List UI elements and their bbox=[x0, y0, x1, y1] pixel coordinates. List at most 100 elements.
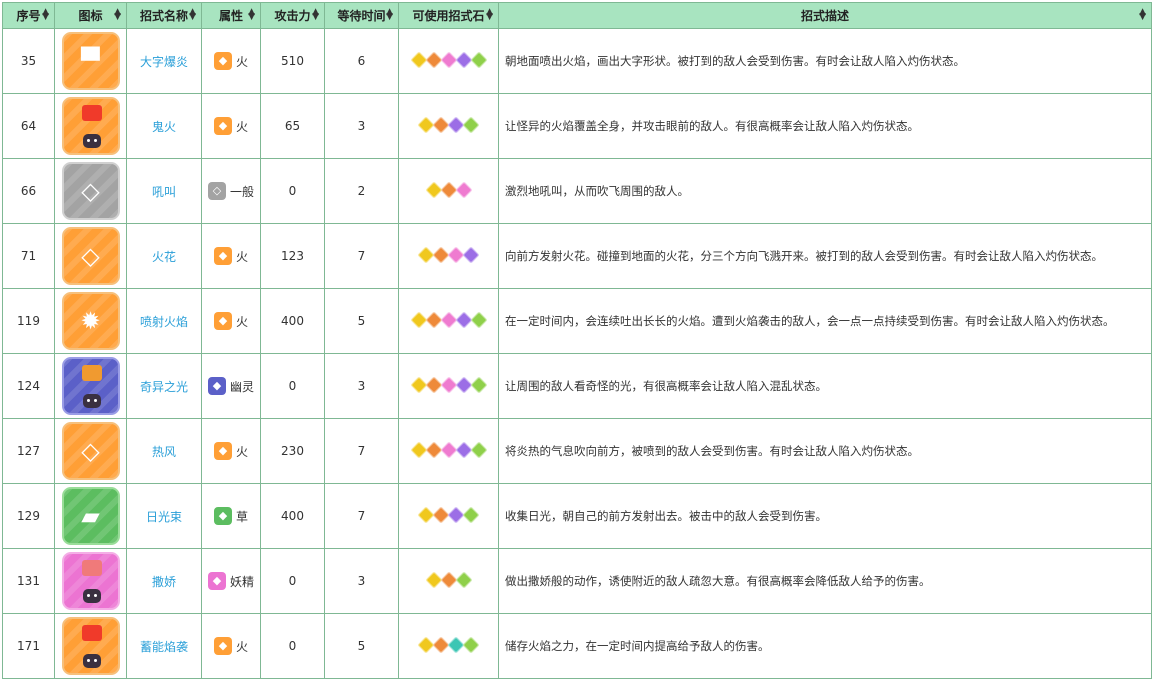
move-stones-cell bbox=[398, 548, 499, 614]
fire-type-icon: ◆ bbox=[213, 117, 232, 135]
desc-column-header[interactable]: 招式描述 ▲ ▼ bbox=[498, 2, 1152, 29]
move-stones-cell bbox=[398, 613, 499, 679]
move-icon-cell bbox=[54, 548, 127, 614]
move-id: 119 bbox=[2, 288, 55, 354]
orange-move-stone-icon bbox=[425, 441, 442, 458]
sort-arrows-icon[interactable]: ▲ ▼ bbox=[1139, 8, 1146, 22]
sort-arrows-icon[interactable]: ▲ ▼ bbox=[189, 8, 196, 22]
move-stones-cell bbox=[398, 93, 499, 159]
move-name-link[interactable]: 鬼火 bbox=[126, 93, 202, 159]
will-o-wisp-icon bbox=[61, 97, 120, 155]
table-row: 124 奇异之光 ◆ 幽灵 0 3 让周围的敌人看奇怪的光，有很高概率会让敌人陷入混乱状态。 bbox=[2, 353, 1152, 419]
move-name-link[interactable]: 火花 bbox=[126, 223, 202, 289]
column-label: 序号 bbox=[16, 9, 41, 23]
type-label: 妖精 bbox=[229, 574, 254, 589]
attack-value: 230 bbox=[260, 418, 325, 484]
name-column-header[interactable]: 招式名称 ▲ ▼ bbox=[126, 2, 202, 29]
move-icon-cell bbox=[54, 93, 127, 159]
move-description: 收集日光，朝自己的前方发射出去。被击中的敌人会受到伤害。 bbox=[498, 483, 1152, 549]
orange-move-stone-icon bbox=[425, 311, 442, 328]
move-icon-cell: ◇ bbox=[54, 223, 127, 289]
green-move-stone-icon bbox=[462, 636, 480, 653]
fairy-type-icon: ◆ bbox=[207, 572, 226, 590]
pink-move-stone-icon bbox=[440, 51, 457, 68]
table-row: 131 撒娇 ◆ 妖精 0 3 做出撒娇般的动作，诱使附近的敌人疏忽大意。有很高概率会降低敌… bbox=[2, 548, 1152, 614]
move-description: 储存火焰之力，在一定时间内提高给予敌人的伤害。 bbox=[498, 613, 1152, 679]
yellow-move-stone-icon bbox=[425, 571, 442, 588]
id-column-header[interactable]: 序号 ▲ ▼ bbox=[2, 2, 55, 29]
move-name-link[interactable]: 喷射火焰 bbox=[126, 288, 202, 354]
move-description: 在一定时间内，会连续吐出长长的火焰。遭到火焰袭击的敌人，会一点一点持续受到伤害。… bbox=[498, 288, 1152, 354]
move-stones-cell bbox=[398, 483, 499, 549]
fire-type-icon: ◆ bbox=[213, 637, 232, 655]
move-stones-cell bbox=[398, 418, 499, 484]
move-id: 66 bbox=[2, 158, 55, 224]
attack-value: 0 bbox=[260, 158, 325, 224]
attack-value: 0 bbox=[260, 548, 325, 614]
column-label: 招式描述 bbox=[800, 9, 849, 23]
sort-arrows-icon[interactable]: ▲ ▼ bbox=[248, 8, 255, 22]
move-stones-cell bbox=[398, 223, 499, 289]
flame-charge-icon bbox=[61, 617, 120, 675]
column-label: 招式名称 bbox=[139, 9, 188, 23]
attack-value: 400 bbox=[260, 483, 325, 549]
ember-icon: ◇ bbox=[61, 227, 120, 285]
green-move-stone-icon bbox=[470, 441, 487, 458]
move-icon-cell: ▀ bbox=[54, 28, 127, 94]
move-type-cell: ◇ 一般 bbox=[201, 158, 261, 224]
move-icon-cell: ◇ bbox=[54, 418, 127, 484]
move-type-cell: ◆ 幽灵 bbox=[201, 353, 261, 419]
wait-time-value: 7 bbox=[324, 223, 399, 289]
move-icon-cell bbox=[54, 613, 127, 679]
ghost-type-icon: ◆ bbox=[207, 377, 226, 395]
attack-column-header[interactable]: 攻击力 ▲ ▼ bbox=[260, 2, 325, 29]
type-label: 火 bbox=[235, 249, 248, 264]
yellow-move-stone-icon bbox=[425, 181, 442, 198]
flamethrower-icon: ✹ bbox=[61, 292, 120, 350]
move-description: 将炎热的气息吹向前方，被喷到的敌人会受到伤害。有时会让敌人陷入灼伤状态。 bbox=[498, 418, 1152, 484]
pink-move-stone-icon bbox=[440, 441, 457, 458]
move-name-link[interactable]: 日光束 bbox=[126, 483, 202, 549]
column-label: 攻击力 bbox=[274, 9, 311, 23]
icon-column-header[interactable]: 图标 ▲ ▼ bbox=[54, 2, 127, 29]
type-label: 一般 bbox=[229, 184, 254, 199]
wait-column-header[interactable]: 等待时间 ▲ ▼ bbox=[324, 2, 399, 29]
wait-time-value: 3 bbox=[324, 353, 399, 419]
sort-arrows-icon[interactable]: ▲ ▼ bbox=[486, 8, 493, 22]
move-name-link[interactable]: 吼叫 bbox=[126, 158, 202, 224]
wait-time-value: 5 bbox=[324, 613, 399, 679]
pink-move-stone-icon bbox=[455, 181, 472, 198]
type-column-header[interactable]: 属性 ▲ ▼ bbox=[201, 2, 261, 29]
table-row: 35 ▀ 大字爆炎 ◆ 火 510 6 朝地面喷出火焰，画出大字形状。被打到的敌人会受到伤害。… bbox=[2, 28, 1152, 94]
move-name-link[interactable]: 奇异之光 bbox=[126, 353, 202, 419]
purple-move-stone-icon bbox=[455, 51, 472, 68]
attack-value: 510 bbox=[260, 28, 325, 94]
sort-arrows-icon[interactable]: ▲ ▼ bbox=[312, 8, 319, 22]
sort-arrows-icon[interactable]: ▲ ▼ bbox=[386, 8, 393, 22]
move-stones-cell bbox=[398, 158, 499, 224]
table-body: 35 ▀ 大字爆炎 ◆ 火 510 6 朝地面喷出火焰，画出大字形状。被打到的敌人会受到伤害。… bbox=[2, 28, 1152, 679]
stones-column-header[interactable]: 可使用招式石 ▲ ▼ bbox=[398, 2, 499, 29]
move-icon-cell: ▰ bbox=[54, 483, 127, 549]
yellow-move-stone-icon bbox=[410, 441, 427, 458]
green-move-stone-icon bbox=[470, 311, 487, 328]
green-move-stone-icon bbox=[470, 51, 487, 68]
charm-icon bbox=[61, 552, 120, 610]
sort-arrows-icon[interactable]: ▲ ▼ bbox=[114, 8, 121, 22]
move-name-link[interactable]: 蓄能焰袭 bbox=[126, 613, 202, 679]
move-icon-cell: ✹ bbox=[54, 288, 127, 354]
sort-arrows-icon[interactable]: ▲ ▼ bbox=[42, 8, 49, 22]
move-id: 71 bbox=[2, 223, 55, 289]
fire-banner-icon: ▀ bbox=[61, 32, 120, 90]
orange-move-stone-icon bbox=[440, 571, 457, 588]
move-stones-cell bbox=[398, 353, 499, 419]
move-name-link[interactable]: 热风 bbox=[126, 418, 202, 484]
move-name-link[interactable]: 撒娇 bbox=[126, 548, 202, 614]
purple-move-stone-icon bbox=[455, 376, 472, 393]
attack-value: 0 bbox=[260, 613, 325, 679]
table-row: 71 ◇ 火花 ◆ 火 123 7 向前方发射火花。碰撞到地面的火花，分三个方向飞溅开来。被打… bbox=[2, 223, 1152, 289]
move-description: 向前方发射火花。碰撞到地面的火花，分三个方向飞溅开来。被打到的敌人会受到伤害。有… bbox=[498, 223, 1152, 289]
move-id: 171 bbox=[2, 613, 55, 679]
type-label: 火 bbox=[235, 639, 248, 654]
move-name-link[interactable]: 大字爆炎 bbox=[126, 28, 202, 94]
